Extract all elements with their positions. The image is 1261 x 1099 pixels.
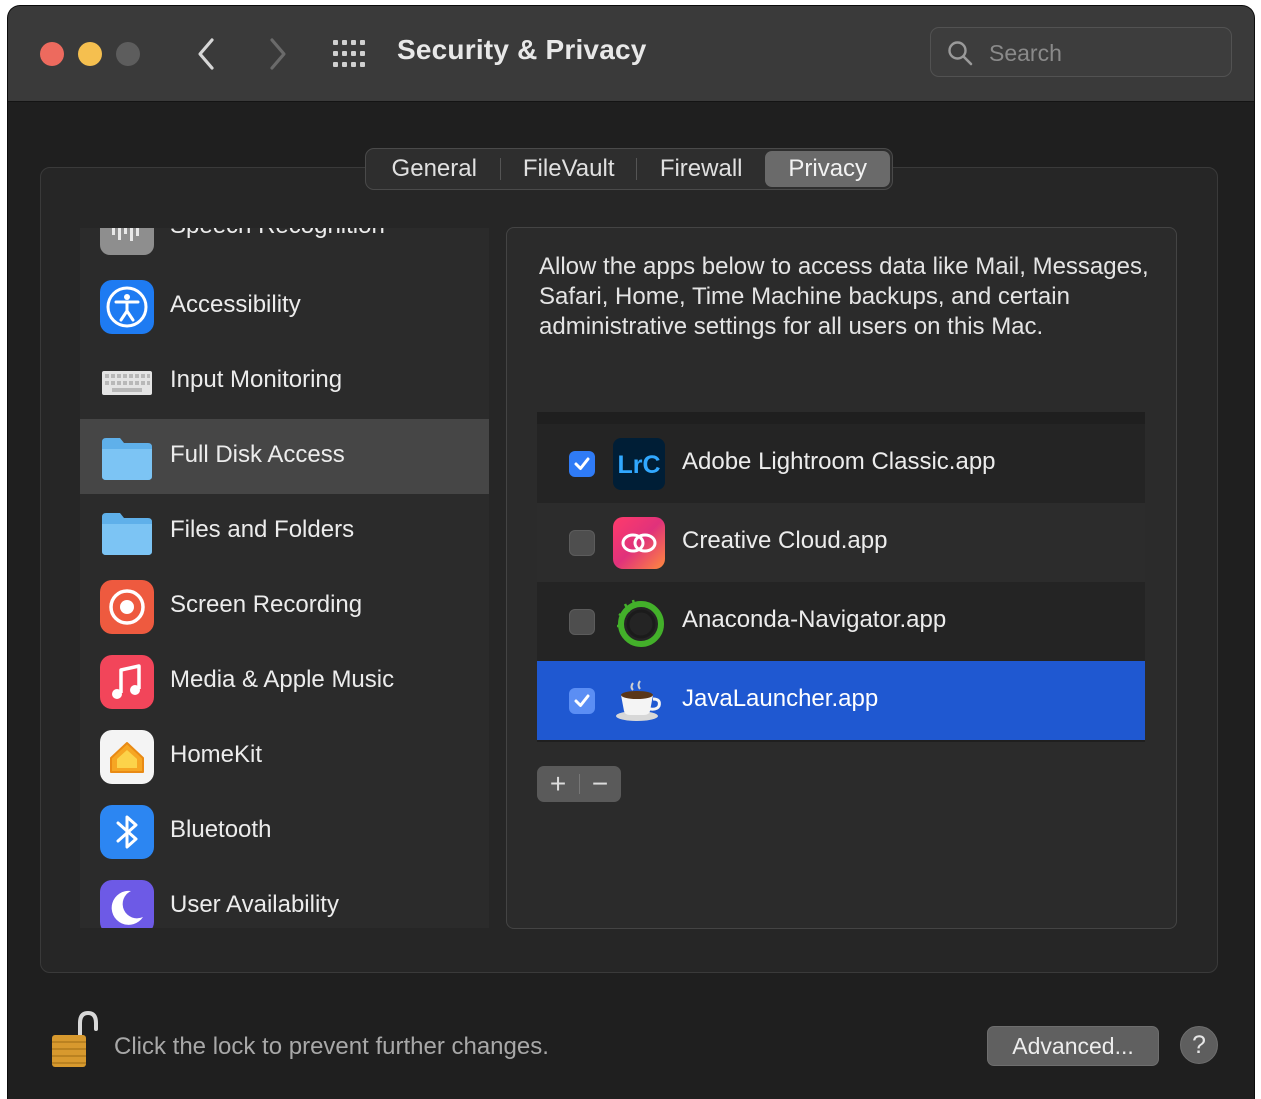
back-button[interactable] [188, 34, 224, 74]
show-all-grid-button[interactable] [332, 39, 368, 69]
app-checkbox[interactable] [569, 609, 595, 635]
minimize-window-button[interactable] [78, 42, 102, 66]
tab-bar: General FileVault Firewall Privacy [365, 148, 893, 190]
sidebar-item-label: HomeKit [170, 741, 263, 768]
sidebar-item-screen-recording[interactable]: Screen Recording [80, 569, 489, 644]
app-checkbox[interactable] [569, 530, 595, 556]
waveform-icon [100, 228, 154, 255]
app-checkbox[interactable] [569, 688, 595, 714]
app-name: JavaLauncher.app [682, 685, 879, 712]
search-placeholder: Search [989, 40, 1062, 66]
search-icon [948, 41, 973, 66]
accessibility-icon [100, 280, 154, 334]
anaconda-icon [617, 599, 664, 647]
add-app-button[interactable]: + [537, 766, 579, 802]
advanced-button[interactable]: Advanced... [987, 1026, 1159, 1066]
app-name: Creative Cloud.app [682, 527, 888, 554]
description-text: Allow the apps below to access data like… [539, 253, 1149, 340]
creative-cloud-icon [613, 517, 665, 569]
app-row-javalauncher[interactable]: JavaLauncher.app [537, 661, 1145, 740]
record-icon [100, 580, 154, 634]
lock-button[interactable] [50, 1009, 98, 1069]
tab-privacy[interactable]: Privacy [765, 151, 890, 187]
sidebar-item-label: Screen Recording [170, 591, 363, 618]
sidebar-item-user-availability[interactable]: User Availability [80, 869, 489, 928]
lock-status-text: Click the lock to prevent further change… [114, 1033, 549, 1060]
checkmark-icon [574, 694, 590, 707]
privacy-category-list[interactable]: Speech Recognition Accessibility Input M… [80, 228, 489, 928]
tab-filevault[interactable]: FileVault [501, 151, 635, 187]
sidebar-item-label: Full Disk Access [170, 441, 345, 468]
sidebar-item-label: Speech Recognition [170, 228, 385, 240]
zoom-window-button[interactable] [116, 42, 140, 66]
search-field[interactable]: Search [930, 27, 1232, 77]
help-button[interactable]: ? [1180, 1026, 1218, 1064]
title-bar: Security & Privacy Search [8, 6, 1254, 102]
sidebar-item-media-apple-music[interactable]: Media & Apple Music [80, 644, 489, 719]
svg-text:LrC: LrC [617, 451, 660, 479]
chevron-left-icon [198, 38, 214, 70]
bluetooth-icon [100, 805, 154, 859]
grid-icon [333, 40, 365, 67]
home-icon [100, 730, 154, 784]
sidebar-item-label: Accessibility [170, 291, 301, 318]
sidebar-item-homekit[interactable]: HomeKit [80, 719, 489, 794]
sidebar-item-files-and-folders[interactable]: Files and Folders [80, 494, 489, 569]
keyboard-icon [102, 371, 152, 395]
sidebar-item-label: User Availability [170, 891, 339, 918]
sidebar-item-label: Media & Apple Music [170, 666, 395, 693]
app-row-anaconda[interactable]: Anaconda-Navigator.app [537, 582, 1145, 661]
remove-app-button[interactable]: − [579, 766, 621, 802]
tab-general[interactable]: General [368, 151, 500, 187]
chevron-right-icon [270, 38, 286, 70]
sidebar-item-full-disk-access[interactable]: Full Disk Access [80, 419, 489, 494]
folder-icon [102, 513, 152, 555]
app-list[interactable]: LrC Adobe Lightroom Classic.app Creative… [537, 412, 1145, 742]
unlocked-padlock-icon [52, 1010, 98, 1067]
coffee-cup-icon [616, 680, 661, 721]
tab-firewall[interactable]: Firewall [637, 151, 766, 187]
app-row-creative-cloud[interactable]: Creative Cloud.app [537, 503, 1145, 582]
full-disk-access-pane: Allow the apps below to access data like… [506, 227, 1177, 929]
checkmark-icon [574, 457, 590, 470]
close-window-button[interactable] [40, 42, 64, 66]
app-name: Anaconda-Navigator.app [682, 606, 947, 633]
moon-icon [100, 880, 154, 928]
folder-icon [102, 438, 152, 480]
sidebar-item-label: Input Monitoring [170, 366, 343, 393]
window-title: Security & Privacy [397, 34, 647, 65]
app-checkbox[interactable] [569, 451, 595, 477]
lightroom-classic-icon: LrC [613, 438, 665, 490]
forward-button[interactable] [260, 34, 296, 74]
sidebar-item-label: Bluetooth [170, 816, 272, 843]
app-row-lightroom[interactable]: LrC Adobe Lightroom Classic.app [537, 424, 1145, 503]
add-remove-control: + − [537, 766, 621, 802]
sidebar-item-accessibility[interactable]: Accessibility [80, 269, 489, 344]
sidebar-item-label: Files and Folders [170, 516, 355, 543]
sidebar-item-bluetooth[interactable]: Bluetooth [80, 794, 489, 869]
sidebar-item-input-monitoring[interactable]: Input Monitoring [80, 344, 489, 419]
music-note-icon [100, 655, 154, 709]
sidebar-item-speech-recognition[interactable]: Speech Recognition [80, 228, 489, 265]
system-preferences-window: Security & Privacy Search General FileVa… [8, 6, 1254, 1099]
app-name: Adobe Lightroom Classic.app [682, 448, 996, 475]
